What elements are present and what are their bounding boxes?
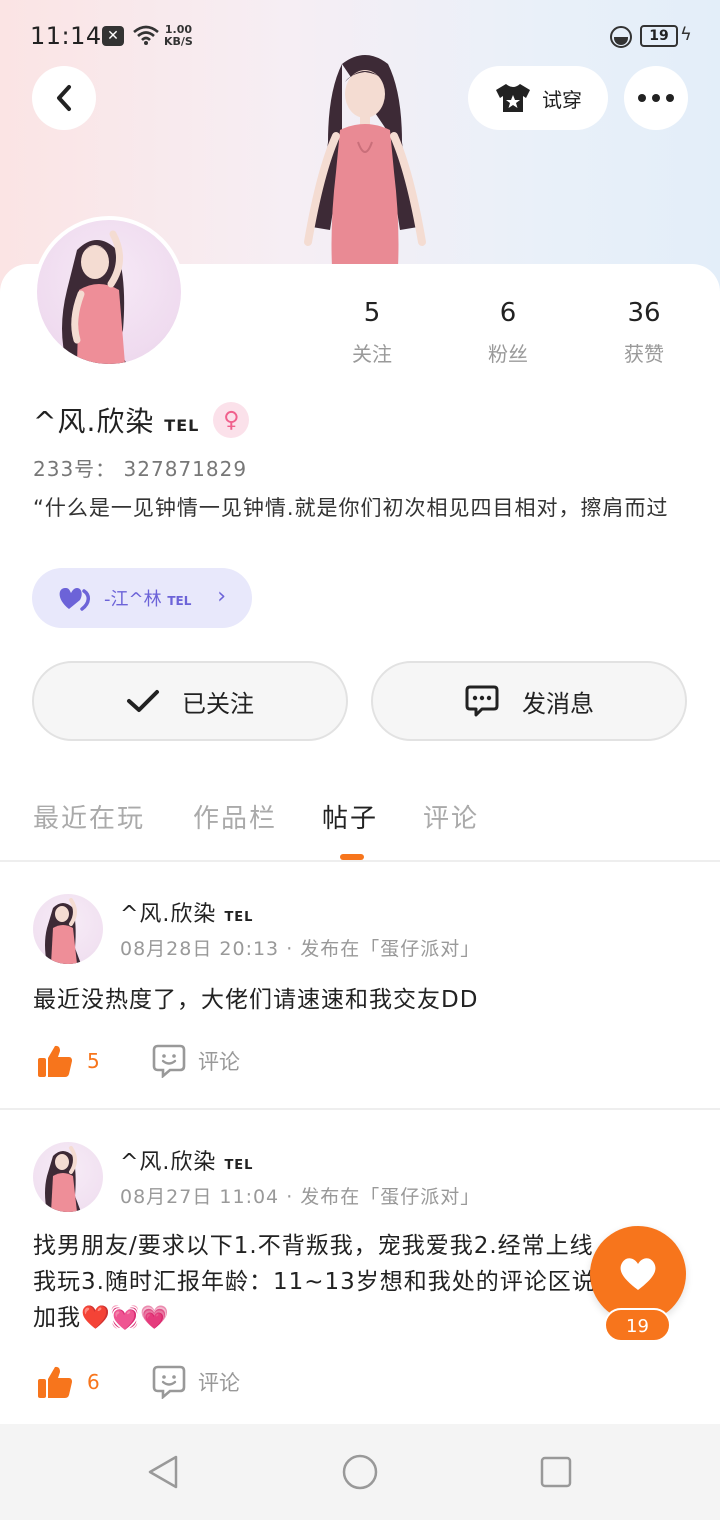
post-like-button[interactable]: 6 [37,1365,100,1399]
floating-like-count: 19 [604,1308,671,1342]
nav-back-icon[interactable] [146,1454,180,1490]
stat-following-label: 关注 [352,342,392,366]
stat-followers[interactable]: 6 粉丝 [458,298,558,367]
profile-name-text: ^风.欣染 [33,405,155,438]
profile-tabs: 最近在玩 作品栏 帖子 评论 [0,790,720,862]
post-divider [0,1108,720,1110]
tab-comments[interactable]: 评论 [423,798,479,835]
post-like-count: 5 [87,1049,100,1073]
uid-value: 327871829 [123,457,248,481]
tshirt-icon [496,84,530,112]
tab-recently-played[interactable]: 最近在玩 [33,798,145,835]
send-message-button[interactable]: 发消息 [371,661,687,741]
post-meta: 08月27日 11:04 · 发布在「蛋仔派对」 [120,1186,481,1208]
character-avatar-3d [304,55,426,267]
profile-uid: 233号： 327871829 [33,453,247,482]
try-on-label: 试穿 [542,87,582,112]
cp-relationship-pill[interactable]: -江^林 TEL › [32,568,252,628]
chevron-left-icon [57,85,71,111]
followed-button[interactable]: 已关注 [32,661,348,741]
data-saver-icon [610,26,632,48]
more-dots-icon [638,94,674,102]
thumbs-up-icon [38,1045,72,1077]
cp-name-tag: TEL [167,594,192,608]
post-author-avatar[interactable] [33,1142,103,1212]
uid-label: 233号： [33,457,117,481]
stat-likes-value: 36 [627,298,661,328]
tab-posts[interactable]: 帖子 [322,798,378,835]
notification-icon: ✕ [102,26,124,46]
cp-name: -江^林 TEL [104,585,191,611]
stat-following-value: 5 [363,298,381,328]
network-speed: 1.00 KB/S [164,24,193,48]
profile-avatar[interactable] [33,216,185,368]
double-heart-icon [59,587,90,611]
profile-name-row: ^风.欣染 TEL ♀ [33,400,250,440]
heart-icon [620,1258,656,1290]
back-button[interactable] [32,66,96,130]
nav-recents-icon[interactable] [539,1455,573,1489]
checkmark-icon [127,690,159,712]
wifi-icon [133,25,159,45]
chat-bubble-icon [465,685,499,717]
post-comment-button[interactable]: 评论 [152,1365,240,1399]
chevron-right-icon: › [217,584,226,609]
stat-likes-label: 获赞 [624,342,664,366]
stat-followers-label: 粉丝 [488,342,528,366]
post-comment-label: 评论 [198,1050,240,1074]
post-author-avatar[interactable] [33,894,103,964]
post-comment-button[interactable]: 评论 [152,1044,240,1078]
post-author-tag: TEL [224,1158,254,1173]
post-author-tag: TEL [224,910,254,925]
stat-likes[interactable]: 36 获赞 [594,298,694,367]
post-author-name[interactable]: ^风.欣染 TEL [120,896,253,928]
comment-icon [152,1044,186,1078]
post-meta: 08月28日 20:13 · 发布在「蛋仔派对」 [120,938,481,960]
post-comment-label: 评论 [198,1371,240,1395]
post-author-name-text: ^风.欣染 [120,902,217,927]
post-author-name-text: ^风.欣染 [120,1150,217,1175]
avatar-illustration [45,1146,81,1212]
avatar-illustration [45,898,81,964]
post-author-name[interactable]: ^风.欣染 TEL [120,1144,253,1176]
battery-indicator: 19 [640,25,678,47]
profile-name: ^风.欣染 TEL [33,400,199,440]
network-speed-unit: KB/S [164,35,193,48]
thumbs-up-icon [38,1366,72,1398]
tab-works[interactable]: 作品栏 [193,798,277,835]
stat-following[interactable]: 5 关注 [322,298,422,367]
avatar-illustration [62,230,127,364]
post-text: 找男朋友/要求以下1.不背叛我，宠我爱我2.经常上线，陪我玩3.随时汇报年龄：1… [33,1233,644,1331]
followed-label: 已关注 [182,689,254,718]
post-like-count: 6 [87,1370,100,1394]
nav-home-icon[interactable] [341,1453,379,1491]
more-options-button[interactable] [624,66,688,130]
charging-icon: ϟ [680,24,692,45]
profile-name-tag: TEL [164,416,200,435]
system-navigation-bar [0,1424,720,1520]
status-time: 11:14 [30,22,102,50]
female-icon: ♀ [213,402,250,438]
cp-name-text: -江^林 [104,589,162,610]
post-text: 最近没热度了，大佬们请速速和我交友DD [33,987,479,1013]
try-on-button[interactable]: 试穿 [468,66,608,130]
comment-icon [152,1365,186,1399]
profile-bio: “什么是一见钟情一见钟情.就是你们初次相见四目相对，擦肩而过 [33,496,669,520]
stat-followers-value: 6 [499,298,517,328]
post-like-button[interactable]: 5 [37,1044,100,1078]
active-tab-indicator [340,854,364,860]
send-message-label: 发消息 [522,689,594,718]
